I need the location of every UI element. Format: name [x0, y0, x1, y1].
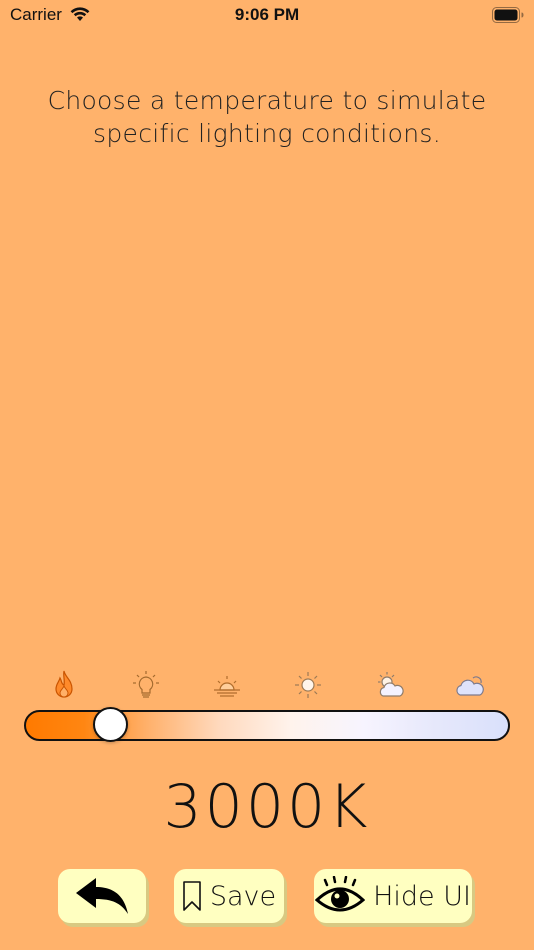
- battery-icon: [492, 7, 524, 23]
- preset-icons-row: [33, 668, 503, 704]
- lightbulb-icon[interactable]: [129, 668, 163, 702]
- hide-ui-label: Hide UI: [373, 880, 471, 912]
- cloud-icon[interactable]: [453, 668, 487, 702]
- back-arrow-icon: [74, 876, 130, 916]
- temperature-slider[interactable]: [24, 707, 510, 742]
- slider-thumb[interactable]: [93, 707, 128, 742]
- status-bar: Carrier 9:06 PM: [0, 0, 534, 32]
- fire-icon[interactable]: [47, 668, 81, 702]
- instruction-text: Choose a temperature to simulate specifi…: [47, 86, 487, 148]
- save-button[interactable]: Save: [174, 869, 284, 923]
- clock: 9:06 PM: [234, 5, 300, 24]
- partly-cloudy-icon[interactable]: [373, 668, 407, 702]
- hide-ui-button[interactable]: Hide UI: [314, 869, 472, 923]
- bookmark-icon: [182, 880, 202, 912]
- back-button[interactable]: [58, 869, 146, 923]
- sunrise-icon[interactable]: [210, 668, 244, 702]
- temperature-value: 3000K: [163, 772, 371, 842]
- eye-icon: [315, 876, 366, 916]
- save-label: Save: [209, 880, 277, 912]
- sun-icon[interactable]: [291, 668, 325, 702]
